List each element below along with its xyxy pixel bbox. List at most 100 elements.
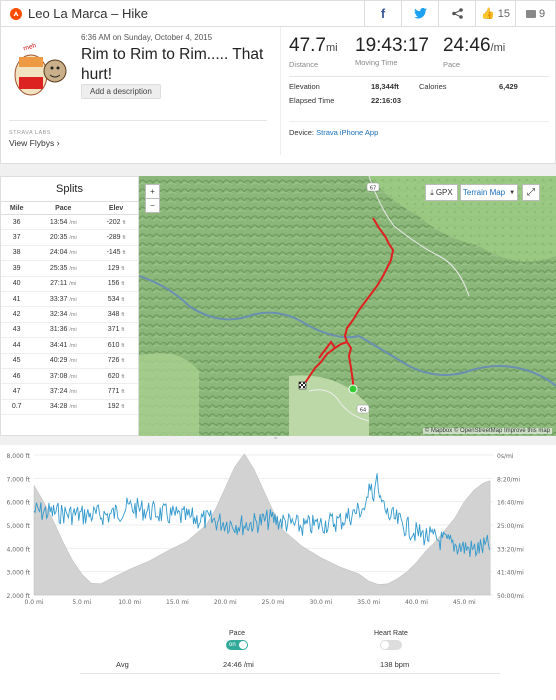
avg-divider <box>80 673 500 674</box>
facebook-share-button[interactable]: f <box>364 0 401 27</box>
road-label-67: 67 <box>370 186 376 192</box>
calories-label: Calories <box>419 82 447 91</box>
chart-canvas[interactable]: 8,000 ft 0s/mi 7,000 ft 8:20/mi 6,000 ft 16:4… <box>0 445 556 615</box>
gpx-download-button[interactable]: ⤓ GPX <box>425 184 458 201</box>
x-tick: 5.0 mi <box>72 599 91 606</box>
split-unit: /mi <box>69 235 77 242</box>
resize-handle[interactable]: = <box>274 436 282 442</box>
split-cell: 25:35 <box>49 264 68 272</box>
chevron-down-icon: ▼ <box>509 189 516 196</box>
split-cell: 771 <box>107 387 120 395</box>
split-row: 43 31:36 /mi 371 ft <box>1 322 138 339</box>
y-tick-right: 50:00/mi <box>497 593 524 600</box>
split-elev: 192 ft <box>94 399 138 416</box>
fullscreen-button[interactable]: ⤢ <box>522 184 540 201</box>
add-description-button[interactable]: Add a description <box>81 84 161 99</box>
avatar: meh <box>14 42 67 96</box>
split-pace: 20:35 /mi <box>32 229 95 246</box>
share-button[interactable] <box>438 0 475 27</box>
map-type-select[interactable]: Terrain Map ▼ <box>460 184 518 201</box>
avg-pace-value: 24:46 /mi <box>223 660 254 669</box>
split-row: 41 33:37 /mi 534 ft <box>1 291 138 308</box>
split-cell: 34:28 <box>49 403 68 411</box>
twitter-icon <box>413 8 427 19</box>
split-unit: /mi <box>69 219 77 226</box>
split-mile: 45 <box>1 353 33 369</box>
zoom-in-button[interactable]: + <box>145 184 160 199</box>
y-tick-right: 33:20/mi <box>497 546 524 553</box>
hr-toggle-label: Heart Rate <box>374 630 408 637</box>
comments-button[interactable]: 9 <box>515 0 555 27</box>
elevation-pace-chart: 8,000 ft 0s/mi 7,000 ft 8:20/mi 6,000 ft 16:4… <box>0 445 556 700</box>
split-pace: 24:04 /mi <box>32 245 95 262</box>
y-tick-right: 25:00/mi <box>497 523 524 530</box>
col-mile: Mile <box>1 201 33 215</box>
pace-unit: /mi <box>490 42 506 54</box>
split-unit: ft <box>121 358 125 365</box>
split-row: 46 37:08 /mi 620 ft <box>1 368 138 385</box>
stats-panel: 47.7mi Distance 19:43:17 Moving Time 24:46… <box>289 36 549 137</box>
zoom-out-button[interactable]: − <box>145 198 160 213</box>
header-title: Leo La Marca – Hike <box>28 6 148 21</box>
pace-value: 24:46 <box>442 35 491 56</box>
split-row: 45 40:29 /mi 726 ft <box>1 353 138 369</box>
split-mile: 47 <box>1 383 33 400</box>
moving-time-label: Moving Time <box>355 58 398 67</box>
split-unit: /mi <box>69 281 77 288</box>
split-row: 42 32:34 /mi 348 ft <box>1 306 138 323</box>
x-tick: 45.0 mi <box>453 599 476 606</box>
split-cell: 620 <box>107 372 120 380</box>
distance-value: 47.7 <box>289 35 326 56</box>
route-map[interactable]: 67 64 + − ⤓ GPX Terrain Map ▼ ⤢ © Mapbox ©… <box>139 176 556 436</box>
elevation-label: Elevation <box>289 82 320 91</box>
split-cell: 44 <box>12 341 21 349</box>
split-mile: 46 <box>1 368 33 385</box>
split-elev: 534 ft <box>94 291 138 308</box>
calories-value: 6,429 <box>499 82 518 91</box>
map-attribution[interactable]: © Mapbox © OpenStreetMap Improve this ma… <box>422 428 552 434</box>
device-label: Device: <box>289 128 315 137</box>
split-cell: 726 <box>107 357 120 365</box>
split-row: 39 25:35 /mi 129 ft <box>1 260 138 277</box>
split-unit: /mi <box>69 250 77 257</box>
x-tick: 30.0 mi <box>309 599 332 606</box>
split-elev: 348 ft <box>94 306 138 323</box>
split-mile: 41 <box>1 291 33 308</box>
y-tick-right: 0s/mi <box>497 453 514 460</box>
twitter-share-button[interactable] <box>401 0 438 27</box>
strava-logo-icon <box>10 7 22 20</box>
split-row: 36 13:54 /mi -202 ft <box>1 214 138 231</box>
split-unit: /mi <box>69 312 77 319</box>
start-marker <box>348 384 358 394</box>
moving-time-stat: 19:43:17 Moving Time <box>355 36 429 69</box>
distance-unit: mi <box>325 42 338 54</box>
view-flybys-link[interactable]: View Flybys › <box>9 138 60 148</box>
split-unit: /mi <box>69 373 77 380</box>
splits-title: Splits <box>56 183 83 195</box>
pace-toggle-switch[interactable]: on <box>226 640 248 650</box>
download-icon: ⤓ <box>430 187 434 197</box>
x-tick: 20.0 mi <box>214 599 237 606</box>
device-link[interactable]: Strava iPhone App <box>316 128 378 137</box>
map-canvas[interactable]: 67 64 <box>139 176 556 436</box>
y-tick-left: 5,000 ft <box>7 523 31 530</box>
split-row: 40 27:11 /mi 156 ft <box>1 276 138 292</box>
divider <box>280 27 281 155</box>
divider <box>289 76 549 77</box>
split-unit: ft <box>121 404 125 411</box>
kudos-button[interactable]: 👍 15 <box>475 0 515 27</box>
hr-toggle-switch[interactable] <box>379 640 402 650</box>
split-cell: 46 <box>12 372 21 380</box>
x-tick: 10.0 mi <box>118 599 141 606</box>
splits-panel: Splits Mile Pace Elev 36 13:54 /mi -202 ft… <box>0 176 139 436</box>
split-elev: 610 ft <box>94 337 138 354</box>
split-unit: /mi <box>69 327 77 334</box>
split-unit: /mi <box>69 265 77 272</box>
split-row: 0.7 34:28 /mi 192 ft <box>1 399 138 416</box>
top-bar: Leo La Marca – Hike f 👍 15 9 <box>0 0 556 27</box>
split-row: 37 20:35 /mi -289 ft <box>1 229 138 246</box>
road-label-64: 64 <box>360 408 366 414</box>
split-cell: 40 <box>12 280 21 288</box>
split-elev: -202 ft <box>94 214 138 231</box>
split-row: 44 34:41 /mi 610 ft <box>1 337 138 354</box>
